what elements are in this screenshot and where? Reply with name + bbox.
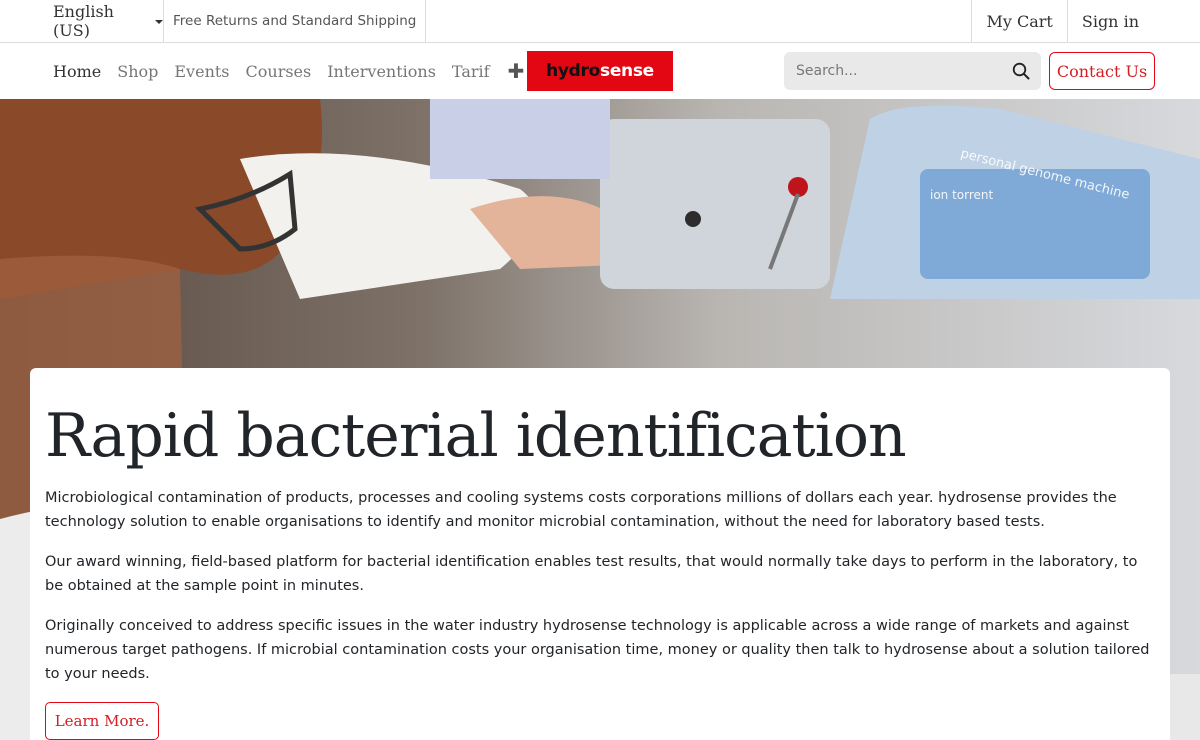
nav-courses[interactable]: Courses <box>246 62 312 81</box>
nav-shop[interactable]: Shop <box>117 62 158 81</box>
brand-logo[interactable]: hydro sense <box>527 51 673 91</box>
hero-card: Rapid bacterial identification Microbiol… <box>30 368 1170 740</box>
learn-more-button[interactable]: Learn More. <box>45 702 159 740</box>
logo-text-hydro: hydro <box>546 61 600 81</box>
search-box <box>784 52 1041 90</box>
hero-section: personal genome machine ion torrent Rapi… <box>0 99 1200 740</box>
hero-title: Rapid bacterial identification <box>45 401 907 471</box>
language-selector[interactable]: English (US) <box>53 0 163 42</box>
nav-interventions[interactable]: Interventions <box>327 62 436 81</box>
language-label: English (US) <box>53 2 114 40</box>
nav-events[interactable]: Events <box>174 62 229 81</box>
logo-text-sense: sense <box>600 61 654 81</box>
nav-home[interactable]: Home <box>53 62 101 81</box>
search-input[interactable] <box>784 52 999 90</box>
sign-in-link[interactable]: Sign in <box>1066 0 1200 42</box>
main-menu: Home Shop Events Courses Interventions T… <box>53 43 524 99</box>
promo-text: Free Returns and Standard Shipping <box>163 0 427 42</box>
top-bar: English (US) Free Returns and Standard S… <box>0 0 1200 43</box>
my-cart-link[interactable]: My Cart <box>971 0 1066 42</box>
caret-down-icon <box>155 20 163 24</box>
account-links: My Cart Sign in <box>971 0 1200 42</box>
main-navbar: Home Shop Events Courses Interventions T… <box>0 43 1200 99</box>
hero-paragraph-1: Microbiological contamination of product… <box>45 490 1117 530</box>
svg-text:ion torrent: ion torrent <box>930 188 994 202</box>
contact-us-button[interactable]: Contact Us <box>1049 52 1155 90</box>
nav-tarif[interactable]: Tarif <box>452 62 490 81</box>
search-icon[interactable] <box>1012 62 1030 80</box>
hero-paragraph-3: Originally conceived to address specific… <box>45 618 1150 682</box>
hero-paragraph-2: Our award winning, field-based platform … <box>45 554 1138 594</box>
plus-icon[interactable]: ✚ <box>508 59 525 83</box>
